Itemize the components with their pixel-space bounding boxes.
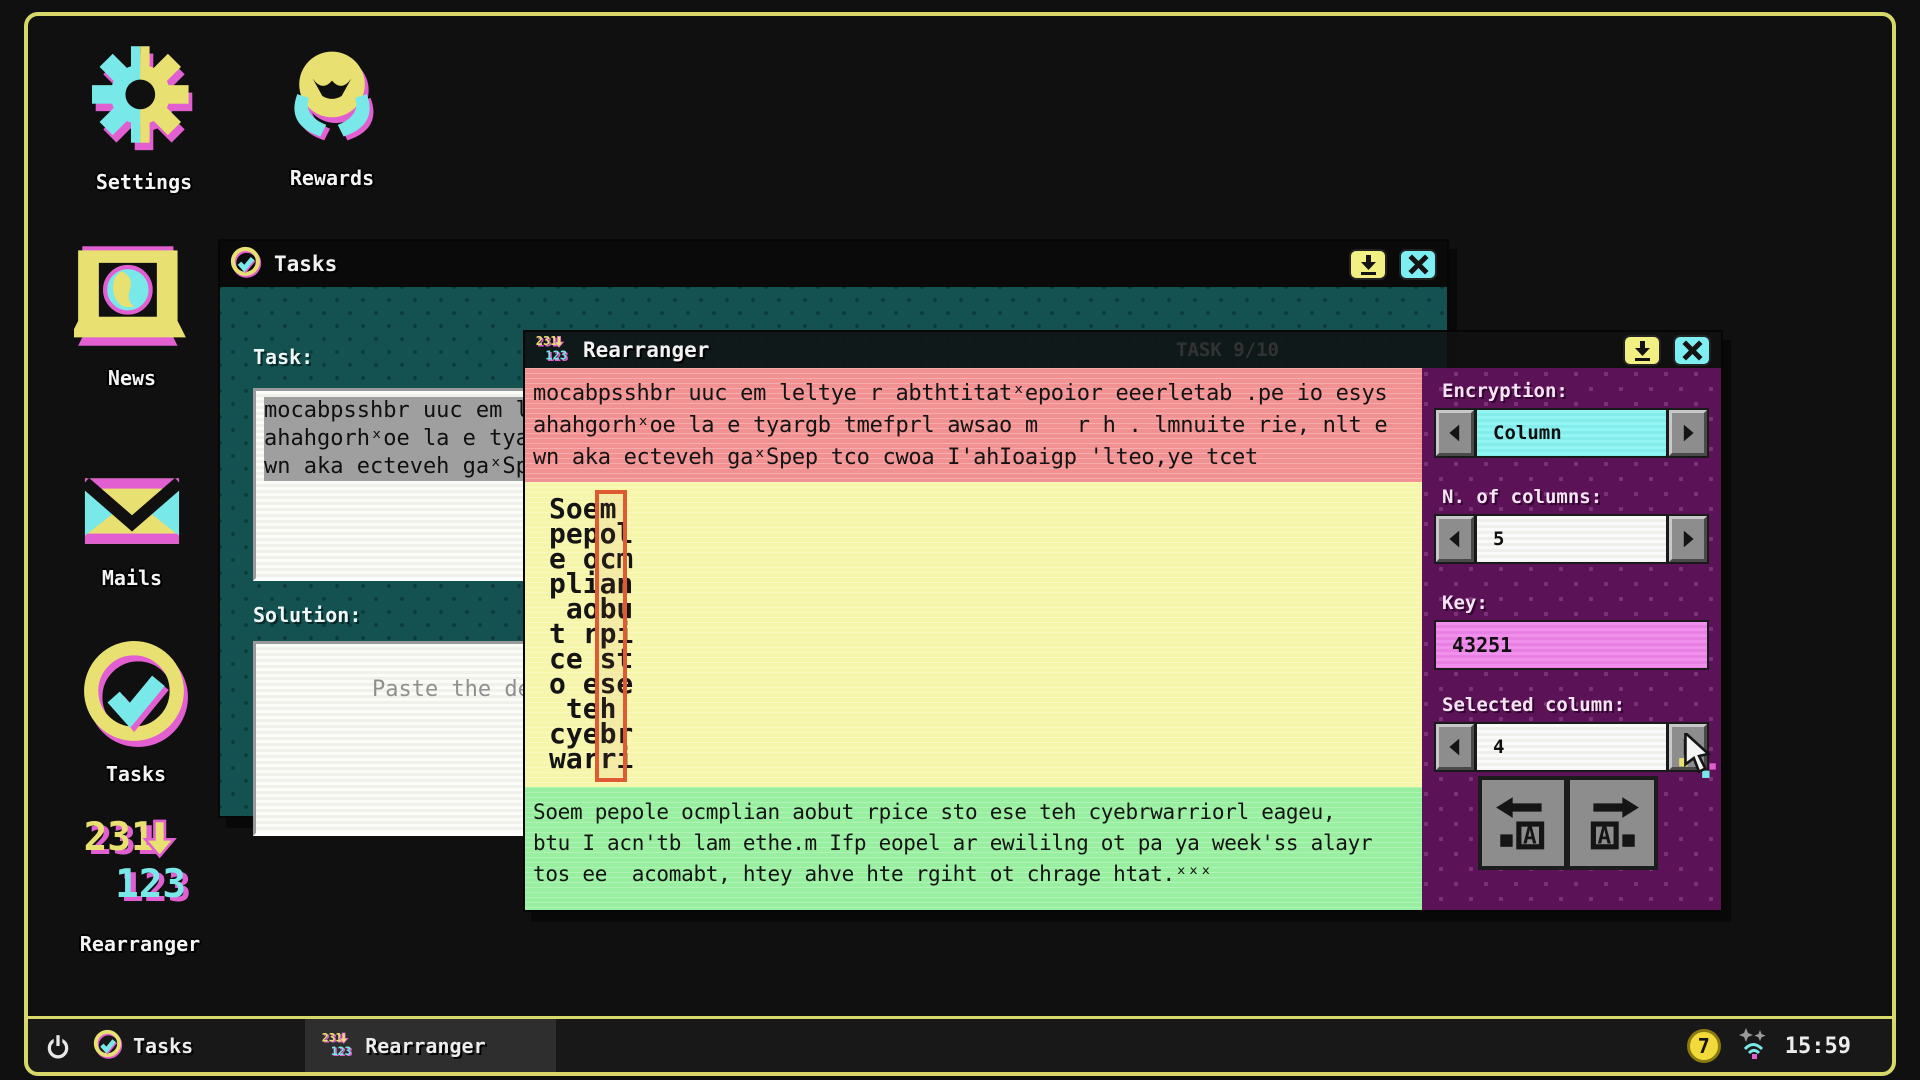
grid-row: plian: [549, 571, 1422, 596]
rearrange-231-123-icon: [81, 800, 199, 922]
encryption-spinner: Column: [1436, 410, 1707, 456]
decrypted-line: Soem pepole ocmplian aobut rpice sto ese…: [533, 800, 1335, 824]
rearrange-231-123-icon: [321, 1029, 355, 1063]
desktop-icon-news[interactable]: News: [60, 240, 204, 390]
power-button[interactable]: [45, 1033, 71, 1059]
decrypted-line: tos ee acomabt, htey ahve hte rgiht ot c…: [533, 862, 1212, 886]
grid-row: Soem: [549, 496, 1422, 521]
columns-decrease-button[interactable]: [1436, 516, 1474, 562]
taskbar-item-tasks[interactable]: Tasks: [77, 1019, 209, 1073]
gear-icon: [92, 44, 196, 160]
coin-counter: 7: [1687, 1029, 1721, 1063]
columns-value-field[interactable]: 5: [1477, 516, 1666, 562]
selected-column-label: Selected column:: [1442, 694, 1625, 716]
globe-news-icon: [74, 240, 190, 356]
clock-check-icon: [80, 638, 192, 752]
columns-spinner: 5: [1436, 516, 1707, 562]
task-label: Task:: [253, 345, 313, 369]
taskbar: Tasks Rearranger 7 15:59: [27, 1016, 1893, 1073]
game-desktop: Settings Rewards News Mails Tasks Rearra…: [0, 0, 1920, 1080]
grid-row: teh: [549, 696, 1422, 721]
grid-row: t rpi: [549, 621, 1422, 646]
desktop-icon-label: Settings: [96, 170, 192, 194]
decrypted-line: btu I acn'tb lam ethe.m Ifp eopel ar ewi…: [533, 831, 1372, 855]
move-column-left-button[interactable]: [1478, 776, 1568, 870]
desktop-icon-rearranger[interactable]: Rearranger: [58, 800, 222, 956]
window-title: Rearranger: [583, 338, 1611, 362]
selected-column-spinner: 4: [1436, 724, 1707, 770]
desktop-icon-tasks[interactable]: Tasks: [64, 638, 208, 786]
envelope-icon: [76, 462, 188, 556]
taskbar-item-rearranger[interactable]: Rearranger: [305, 1019, 555, 1073]
move-column-left-icon: [1492, 791, 1554, 856]
grid-row: warri: [549, 746, 1422, 771]
grid-row: ce st: [549, 646, 1422, 671]
columns-label: N. of columns:: [1442, 486, 1602, 508]
cipher-line: ahahgorhˣoe la e tyargb tmefprl awsao m …: [533, 413, 1387, 438]
cipher-line: wn aka ecteveh gaˣSpep tco cwoa I'ahIoai…: [533, 445, 1258, 470]
taskbar-clock: 15:59: [1785, 1034, 1851, 1059]
minimize-button[interactable]: [1623, 335, 1661, 366]
grid-row: e ocm: [549, 546, 1422, 571]
tasks-window-titlebar[interactable]: Tasks: [220, 241, 1447, 287]
desktop-icon-label: News: [108, 366, 156, 390]
system-tray: 7 15:59: [1687, 1027, 1893, 1065]
desktop-icon-rewards[interactable]: Rewards: [266, 40, 398, 190]
key-input[interactable]: 43251: [1436, 622, 1707, 668]
grid-row: cyebr: [549, 721, 1422, 746]
encryption-label: Encryption:: [1442, 380, 1568, 402]
desktop-icon-label: Mails: [102, 566, 162, 590]
encryption-next-button[interactable]: [1669, 410, 1707, 456]
rearranger-window-titlebar[interactable]: Rearranger: [525, 332, 1721, 368]
clock-check-icon: [93, 1029, 123, 1063]
move-column-right-icon: [1581, 791, 1643, 856]
desktop-icon-label: Rewards: [290, 166, 374, 190]
selected-column-highlight: [595, 490, 627, 782]
grid-row: aobu: [549, 596, 1422, 621]
clock-check-icon: [230, 246, 262, 282]
selected-column-value-field[interactable]: 4: [1477, 724, 1666, 770]
signal-sparkle-icon: [1737, 1027, 1769, 1065]
minimize-button[interactable]: [1349, 249, 1387, 280]
selected-column-increase-button[interactable]: [1669, 724, 1707, 770]
solution-label: Solution:: [253, 603, 361, 627]
rearrange-231-123-icon: [535, 333, 571, 367]
grid-row: o ese: [549, 671, 1422, 696]
medal-hands-icon: [278, 40, 386, 156]
cipher-line: mocabpsshbr uuc em leltye r abthtitatˣep…: [533, 381, 1387, 406]
columns-increase-button[interactable]: [1669, 516, 1707, 562]
column-grid-area[interactable]: Soem pepol e ocm plian aobu t rpi ce st …: [525, 482, 1422, 787]
window-title: Tasks: [274, 252, 1337, 276]
key-label: Key:: [1442, 592, 1488, 614]
rearranger-window: Rearranger mocabpsshbr uuc em leltye r a…: [523, 330, 1723, 912]
desktop-icon-mails[interactable]: Mails: [60, 462, 204, 590]
taskbar-item-label: Tasks: [133, 1034, 193, 1058]
desktop-icon-label: Rearranger: [80, 932, 200, 956]
move-column-right-button[interactable]: [1568, 776, 1658, 870]
close-button[interactable]: [1399, 249, 1437, 280]
encryption-value-field[interactable]: Column: [1477, 410, 1666, 456]
encryption-prev-button[interactable]: [1436, 410, 1474, 456]
desktop-icon-settings[interactable]: Settings: [78, 44, 210, 194]
grid-row: pepol: [549, 521, 1422, 546]
rearranger-settings-panel: Encryption: Column N. of columns: 5 Key:…: [1422, 368, 1721, 910]
cipher-text-area[interactable]: mocabpsshbr uuc em leltye r abthtitatˣep…: [525, 368, 1422, 482]
selected-column-decrease-button[interactable]: [1436, 724, 1474, 770]
taskbar-item-label: Rearranger: [365, 1034, 485, 1058]
desktop-icon-label: Tasks: [106, 762, 166, 786]
decrypted-text-area[interactable]: Soem pepole ocmplian aobut rpice sto ese…: [525, 787, 1422, 910]
close-button[interactable]: [1673, 335, 1711, 366]
